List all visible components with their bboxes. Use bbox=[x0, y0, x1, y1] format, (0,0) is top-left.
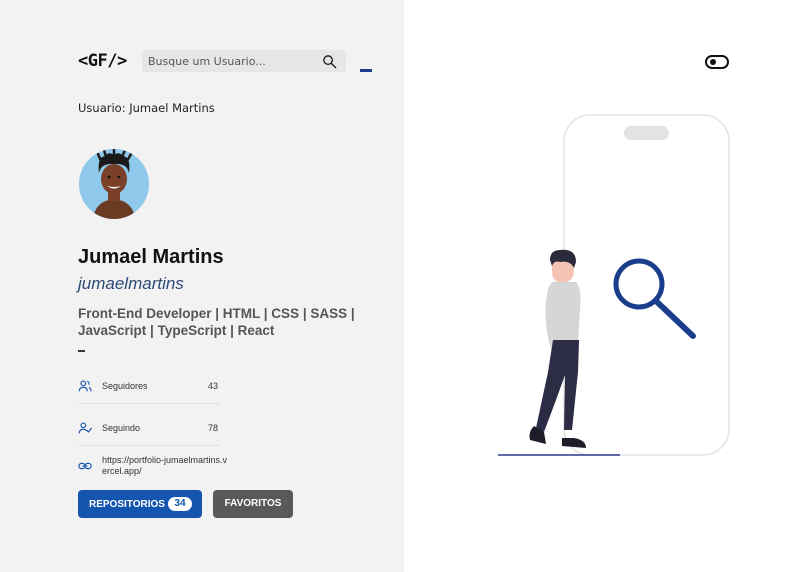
following-label: Seguindo bbox=[102, 423, 141, 433]
blog-link[interactable]: https://portfolio-jumaelmartins.vercel.a… bbox=[102, 455, 232, 477]
search-input[interactable] bbox=[148, 50, 316, 72]
link-icon bbox=[78, 462, 92, 470]
repositories-count-badge: 34 bbox=[168, 497, 192, 511]
following-count: 78 bbox=[208, 423, 219, 433]
phone-outline bbox=[563, 114, 730, 456]
theme-toggle-knob bbox=[710, 59, 716, 65]
avatar-image bbox=[79, 149, 149, 219]
person-figure bbox=[529, 249, 586, 448]
search-box[interactable] bbox=[142, 50, 346, 72]
repositories-button[interactable]: REPOSITORIOS 34 bbox=[78, 490, 202, 518]
theme-toggle[interactable] bbox=[705, 55, 729, 69]
favorites-button[interactable]: FAVORITOS bbox=[213, 490, 293, 518]
search-underline bbox=[360, 69, 372, 72]
stat-divider bbox=[78, 403, 220, 404]
bio-dash bbox=[78, 350, 85, 352]
profile-name: Jumael Martins bbox=[78, 246, 224, 268]
users-icon bbox=[78, 380, 92, 392]
followers-label: Seguidores bbox=[102, 381, 148, 391]
user-check-icon bbox=[78, 422, 92, 434]
phone-speaker bbox=[624, 126, 669, 140]
magnifier-icon bbox=[613, 258, 696, 339]
search-illustration bbox=[498, 114, 730, 456]
profile-bio: Front-End Developer | HTML | CSS | SASS … bbox=[78, 306, 355, 338]
stat-divider bbox=[78, 445, 220, 446]
profile-panel bbox=[0, 0, 404, 572]
search-icon[interactable] bbox=[322, 54, 337, 69]
repositories-label: REPOSITORIOS bbox=[89, 499, 165, 510]
followers-row[interactable]: Seguidores 43 bbox=[78, 377, 220, 397]
followers-count: 43 bbox=[208, 381, 219, 391]
avatar bbox=[79, 149, 149, 219]
app-logo[interactable]: <GF/> bbox=[78, 51, 127, 71]
following-row[interactable]: Seguindo 78 bbox=[78, 419, 220, 439]
profile-login[interactable]: jumaelmartins bbox=[78, 274, 184, 294]
user-caption: Usuario: Jumael Martins bbox=[78, 101, 215, 115]
